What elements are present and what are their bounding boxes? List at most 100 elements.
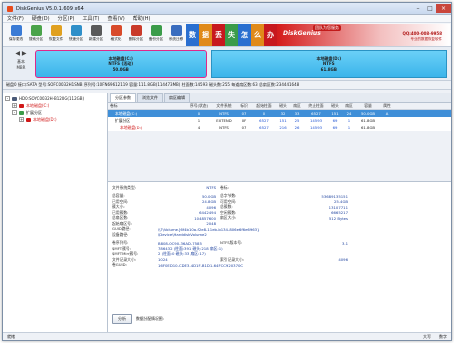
column-header[interactable]: 终止柱面 — [304, 103, 328, 109]
table-cell: 本地磁盘(C:) — [115, 110, 138, 116]
toolbar-button-save[interactable]: 保存更改 — [6, 24, 26, 46]
close-button[interactable]: × — [436, 4, 451, 13]
partition-icon — [70, 24, 82, 36]
tab-1[interactable]: 浏览文件 — [137, 93, 163, 102]
table-cell: 69 — [332, 118, 338, 123]
table-cell: 61.8GB — [360, 118, 375, 123]
window-title: DiskGenius V5.0.1.609 x64 — [16, 5, 84, 12]
toolbar-button-partition[interactable]: 快速分区 — [66, 24, 86, 46]
analyze-button[interactable]: 分析 — [112, 314, 132, 324]
tab-0[interactable]: 分区参数 — [110, 93, 136, 102]
migrate-icon — [170, 24, 182, 36]
search-icon — [30, 24, 42, 36]
ad-banner[interactable]: 数据丢失怎么办 DiskGenius 团队为您服务 QQ:400-008-995… — [186, 24, 450, 46]
detail-field: 13107711 — [328, 204, 348, 210]
column-header[interactable]: 标识 — [236, 103, 252, 109]
save-icon — [10, 24, 22, 36]
tree-node[interactable]: - HD0:SOYC0032H-B120G(112GB) — [5, 95, 105, 102]
table-cell: 24 — [346, 111, 352, 116]
table-cell: 33 — [294, 111, 300, 116]
toolbar-label: 备份分区 — [148, 36, 164, 41]
menu-bar: 文件(F) 硬盘(D) 分区(P) 工具(T) 查看(V) 帮助(H) — [3, 15, 451, 23]
menu-item[interactable]: 文件(F) — [7, 15, 24, 22]
format-icon — [110, 24, 122, 36]
toolbar-label: 搜索分区 — [28, 36, 44, 41]
table-cell: 4 — [197, 125, 201, 130]
disk-nav: ◀ ▶ 基本 MBR — [7, 50, 35, 77]
banner-tile: 数 — [186, 24, 199, 46]
banner-slogan: 团队为您服务 — [313, 25, 341, 31]
menu-item[interactable]: 工具(T) — [82, 15, 99, 22]
toolbar-button-new-partition[interactable]: 新建分区 — [86, 24, 106, 46]
table-row[interactable]: 扩展分区 1 EXTEND 0F 6527 151 25 14593 69 1 61.8GB — [108, 117, 451, 124]
detail-field: 53689135151 — [321, 193, 348, 199]
table-cell: 本地磁盘(D:) — [120, 124, 143, 130]
toolbar-button-format[interactable]: 格式化 — [106, 24, 126, 46]
nav-arrows-icon[interactable]: ◀ ▶ — [15, 50, 26, 57]
expand-toggle-icon[interactable]: - — [5, 96, 10, 101]
detail-field: 卷GUID: — [112, 262, 127, 268]
expand-toggle-icon[interactable]: + — [12, 103, 17, 108]
detail-field: 24.8GB — [201, 199, 216, 205]
toolbar-button-recover[interactable]: 恢复文件 — [46, 24, 66, 46]
table-row[interactable]: 本地磁盘(D:) 4 NTFS 07 6527 216 26 14593 69 1 61.8GB — [108, 124, 451, 131]
menu-item[interactable]: 分区(P) — [58, 15, 75, 22]
tree-node[interactable]: + 本地磁盘(D:) — [5, 116, 105, 123]
detail-field: 16F0ED10-CDE3-4D1F-B1D1-64FCC920370C — [158, 262, 244, 268]
detail-field: 2048 — [206, 221, 216, 227]
table-cell: NTFS — [219, 125, 229, 130]
new-partition-icon — [90, 24, 102, 36]
table-cell: 07 — [241, 125, 247, 130]
tree-node[interactable]: + 本地磁盘(C:) — [5, 102, 105, 109]
table-cell: 6527 — [311, 111, 321, 116]
column-header[interactable]: 扇区 — [342, 103, 356, 109]
toolbar-button-delete[interactable]: 删除分区 — [126, 24, 146, 46]
detail-field: 512 Bytes — [328, 215, 348, 221]
table-cell: 07 — [241, 111, 247, 116]
partition-size: 50.0GB — [112, 66, 129, 72]
column-header[interactable]: 序号(状态) — [186, 103, 212, 109]
tree-node-label: HD0:SOYC0032H-B120G(112GB) — [19, 96, 85, 101]
menu-item[interactable]: 硬盘(D) — [32, 15, 50, 22]
column-header[interactable]: 磁头 — [328, 103, 342, 109]
table-cell: 1 — [347, 125, 351, 130]
tab-2[interactable]: 扇区编辑 — [164, 93, 190, 102]
disk-map: ◀ ▶ 基本 MBR 本地磁盘(C:) NTFS (活动) 50.0GB 本地磁… — [3, 47, 451, 81]
banner-tile: 怎 — [238, 24, 251, 46]
toolbar-button-migrate[interactable]: 系统迁移 — [166, 24, 186, 46]
menu-item[interactable]: 帮助(H) — [133, 15, 151, 22]
column-header[interactable]: 扇区 — [290, 103, 304, 109]
expand-toggle-icon[interactable]: - — [12, 110, 17, 115]
toolbar-button-backup[interactable]: 备份分区 — [146, 24, 166, 46]
detail-field: 扇区大小: — [220, 215, 237, 221]
column-header[interactable]: 属性 — [380, 103, 394, 109]
app-icon — [7, 5, 13, 12]
detail-field: 50.0GB — [201, 193, 216, 199]
toolbar-button-search[interactable]: 搜索分区 — [26, 24, 46, 46]
device-path-value: \Device\HarddiskVolume2 — [158, 232, 207, 238]
table-cell: 14593 — [309, 118, 323, 123]
table-cell: 32 — [280, 111, 286, 116]
table-cell: 0F — [241, 118, 247, 123]
fs-type-label: 文件系统类型: — [112, 184, 137, 190]
table-row[interactable]: 本地磁盘(C:) 0 NTFS 07 0 32 33 6527 151 24 50.0GB A — [108, 110, 451, 117]
column-header[interactable]: 起始柱面 — [252, 103, 276, 109]
table-cell: 151 — [279, 118, 287, 123]
menu-item[interactable]: 查看(V) — [107, 15, 124, 22]
partition-block-c[interactable]: 本地磁盘(C:) NTFS (活动) 50.0GB — [34, 50, 207, 78]
partition-block-d[interactable]: 本地磁盘(D:) NTFS 61.8GB — [210, 50, 447, 78]
partition-size: 61.8GB — [320, 66, 337, 72]
column-header[interactable]: 文件系统 — [212, 103, 236, 109]
column-header[interactable]: 容量 — [356, 103, 380, 109]
column-header[interactable]: 磁头 — [276, 103, 290, 109]
expand-toggle-icon[interactable]: + — [19, 117, 24, 122]
banner-tagline: 专业的数据恢复软件 — [410, 37, 443, 41]
minimize-button[interactable]: – — [412, 4, 424, 13]
column-header[interactable]: 卷标 — [108, 103, 186, 109]
table-cell: 61.8GB — [360, 125, 375, 130]
detail-field: 25.4GB — [333, 199, 348, 205]
drive-icon — [12, 96, 17, 101]
tree-node[interactable]: - 扩展分区 — [5, 109, 105, 116]
maximize-button[interactable]: □ — [424, 4, 436, 13]
detail-field: NTFS版本号: — [220, 240, 243, 246]
